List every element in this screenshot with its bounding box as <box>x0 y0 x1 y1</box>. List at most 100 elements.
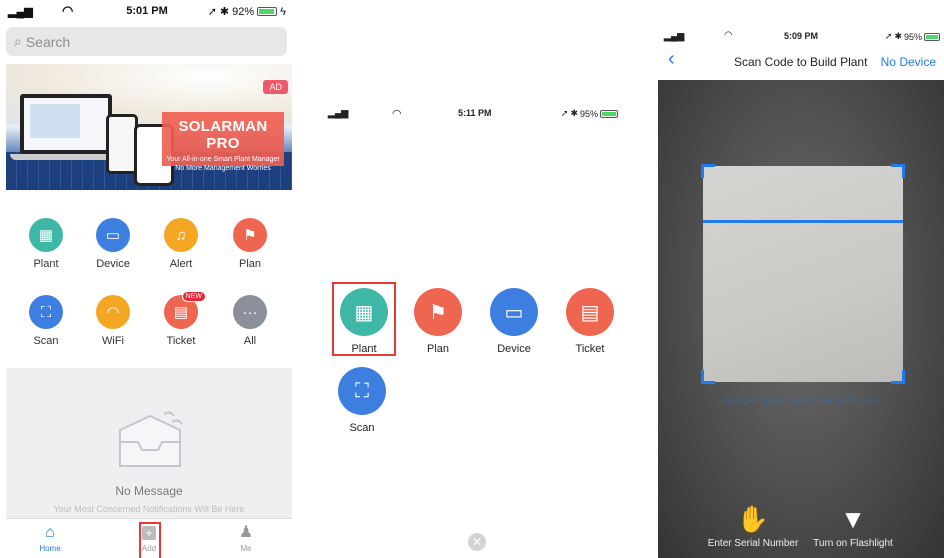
battery-percent: 95% <box>903 31 922 42</box>
battery-percent: 92% <box>232 5 255 18</box>
grid-item-all[interactable]: ··· All <box>220 295 280 347</box>
banner-title: SOLARMAN PRO <box>178 118 268 152</box>
scan-hint: Put QR Code / Bar Code in the box <box>722 396 880 407</box>
tab-me-label: Me <box>240 544 252 553</box>
add-item-label: Plan <box>426 343 450 355</box>
flag-icon: ⚑ <box>233 218 267 252</box>
grid-item-scan[interactable]: ⛶ Scan <box>16 295 76 347</box>
add-item-ticket[interactable]: ▤ Ticket <box>557 288 623 355</box>
status-time: 5:11 PM <box>458 108 492 118</box>
device-icon: ▭ <box>490 288 538 336</box>
banner-subtitle-2: No More Management Worries <box>175 165 271 172</box>
battery-icon <box>257 7 278 16</box>
status-right: ➚ ✱ 95% <box>885 31 940 42</box>
flashlight-label: Turn on Flashlight <box>813 538 893 549</box>
scan-code-screen: ▂▄▆ ◠ 5:09 PM ➚ ✱ 95% ‹ Scan Code to Bui… <box>658 0 944 558</box>
bluetooth-icon: ✱ <box>894 31 902 41</box>
tab-me[interactable]: ♟ Me <box>216 524 276 553</box>
empty-message-text: No Message <box>115 484 183 498</box>
location-icon: ➚ <box>207 6 217 18</box>
scan-frame <box>701 164 905 384</box>
user-icon: ♟ <box>238 524 254 541</box>
add-item-plan[interactable]: ⚑ Plan <box>405 288 471 355</box>
wifi-icon: ◠ <box>96 295 130 329</box>
empty-message-hint: Your Most Concerned Notifications Will B… <box>53 504 245 514</box>
status-bar: ▂▄▆ ◠ 5:01 PM ➚ ✱ 92% ϟ <box>0 0 294 22</box>
grid-item-plant[interactable]: ▦ Plant <box>16 218 76 270</box>
tab-home[interactable]: ⌂ Home <box>20 524 80 553</box>
page-title: Scan Code to Build Plant <box>734 55 868 69</box>
banner-subtitle-1: Your All-in-one Smart Plant Manager <box>166 156 280 163</box>
grid-item-plan[interactable]: ⚑ Plan <box>220 218 280 270</box>
device-icon: ▭ <box>96 218 130 252</box>
message-area: No Message Your Most Concerned Notificat… <box>6 368 292 518</box>
grid-item-wifi[interactable]: ◠ WiFi <box>83 295 143 347</box>
grid-item-label: Alert <box>169 258 193 270</box>
grid-item-ticket[interactable]: ▤ NEW Ticket <box>151 291 211 347</box>
frame-corner <box>891 370 905 384</box>
grid-item-label: All <box>243 335 257 347</box>
add-item-label: Ticket <box>575 343 605 355</box>
nav-bar: ‹ Scan Code to Build Plant No Device <box>658 49 944 72</box>
highlight-box <box>139 522 161 558</box>
frame-corner <box>701 164 715 178</box>
empty-inbox-icon <box>112 408 188 474</box>
wifi-status-icon: ◠ <box>724 30 733 41</box>
grid-item-label: WiFi <box>102 335 124 347</box>
search-icon: ⌕ <box>14 33 22 49</box>
add-item-scan[interactable]: ⛶ Scan <box>329 367 395 434</box>
promo-banner[interactable]: AD SOLARMAN PRO Your All-in-one Smart Pl… <box>6 64 292 190</box>
bell-icon: ♫ <box>164 218 198 252</box>
grid-item-alert[interactable]: ♫ Alert <box>151 218 211 270</box>
enter-serial-label: Enter Serial Number <box>707 538 799 549</box>
bluetooth-icon: ✱ <box>570 108 578 118</box>
no-device-button[interactable]: No Device <box>881 55 936 69</box>
grid-item-label: Plant <box>33 258 59 270</box>
add-item-label: Scan <box>349 422 375 434</box>
back-chevron-icon[interactable]: ‹ <box>668 49 675 69</box>
ad-badge: AD <box>263 80 288 94</box>
solar-panel-icon: ▦ <box>29 218 63 252</box>
bottom-tab-bar: ⌂ Home + Add ♟ Me <box>6 518 292 558</box>
frame-corner <box>891 164 905 178</box>
banner-textbox: SOLARMAN PRO Your All-in-one Smart Plant… <box>162 112 284 172</box>
hand-icon: ✋ <box>736 504 770 534</box>
header: ▂▄▆ ◠ 5:09 PM ➚ ✱ 95% ‹ Scan Code to Bui… <box>658 0 944 80</box>
search-placeholder: Search <box>25 33 71 50</box>
home-icon: ⌂ <box>45 524 55 541</box>
flashlight-button[interactable]: ▼ Turn on Flashlight <box>798 500 908 549</box>
signal-icon: ▂▄▆ <box>664 31 685 41</box>
home-screen: ▂▄▆ ◠ 5:01 PM ➚ ✱ 92% ϟ ⌕ Search AD SOLA… <box>0 0 294 558</box>
status-bar: ▂▄▆ ◠ 5:11 PM ➚ ✱ 95% <box>316 108 632 122</box>
grid-item-label: Ticket <box>166 335 196 347</box>
tab-home-label: Home <box>39 544 61 553</box>
feature-grid: ▦ Plant ▭ Device ♫ Alert ⚑ Plan ⛶ Scan ◠… <box>0 200 294 360</box>
battery-icon <box>600 109 618 118</box>
grid-item-device[interactable]: ▭ Device <box>83 218 143 270</box>
tab-add[interactable]: + Add <box>119 522 179 558</box>
status-right: ➚ ✱ 95% <box>561 108 618 119</box>
grid-item-label: Device <box>96 258 130 270</box>
frame-corner <box>701 370 715 384</box>
enter-serial-button[interactable]: ✋ Enter Serial Number <box>698 500 808 549</box>
grid-item-label: Scan <box>33 335 59 347</box>
add-item-label: Device <box>497 343 531 355</box>
search-input[interactable]: ⌕ Search <box>6 27 287 56</box>
solar-panel-icon: ▦ <box>340 288 388 336</box>
battery-percent: 95% <box>579 108 598 119</box>
scan-icon: ⛶ <box>338 367 386 415</box>
wifi-status-icon: ◠ <box>392 108 402 120</box>
location-icon: ➚ <box>884 31 893 41</box>
add-item-plant[interactable]: ▦ Plant <box>331 288 397 355</box>
status-time: 5:09 PM <box>784 31 819 41</box>
bluetooth-icon: ✱ <box>219 6 230 18</box>
add-item-device[interactable]: ▭ Device <box>481 288 547 355</box>
ticket-icon: ▤ NEW <box>164 291 206 329</box>
grid-item-label: Plan <box>238 258 262 270</box>
camera-viewfinder: Put QR Code / Bar Code in the box ✋ Ente… <box>658 80 944 558</box>
scan-icon: ⛶ <box>29 295 63 329</box>
location-icon: ➚ <box>560 108 569 118</box>
scan-line <box>703 220 903 223</box>
ticket-icon: ▤ <box>566 288 614 336</box>
close-icon[interactable]: ✕ <box>468 533 486 551</box>
